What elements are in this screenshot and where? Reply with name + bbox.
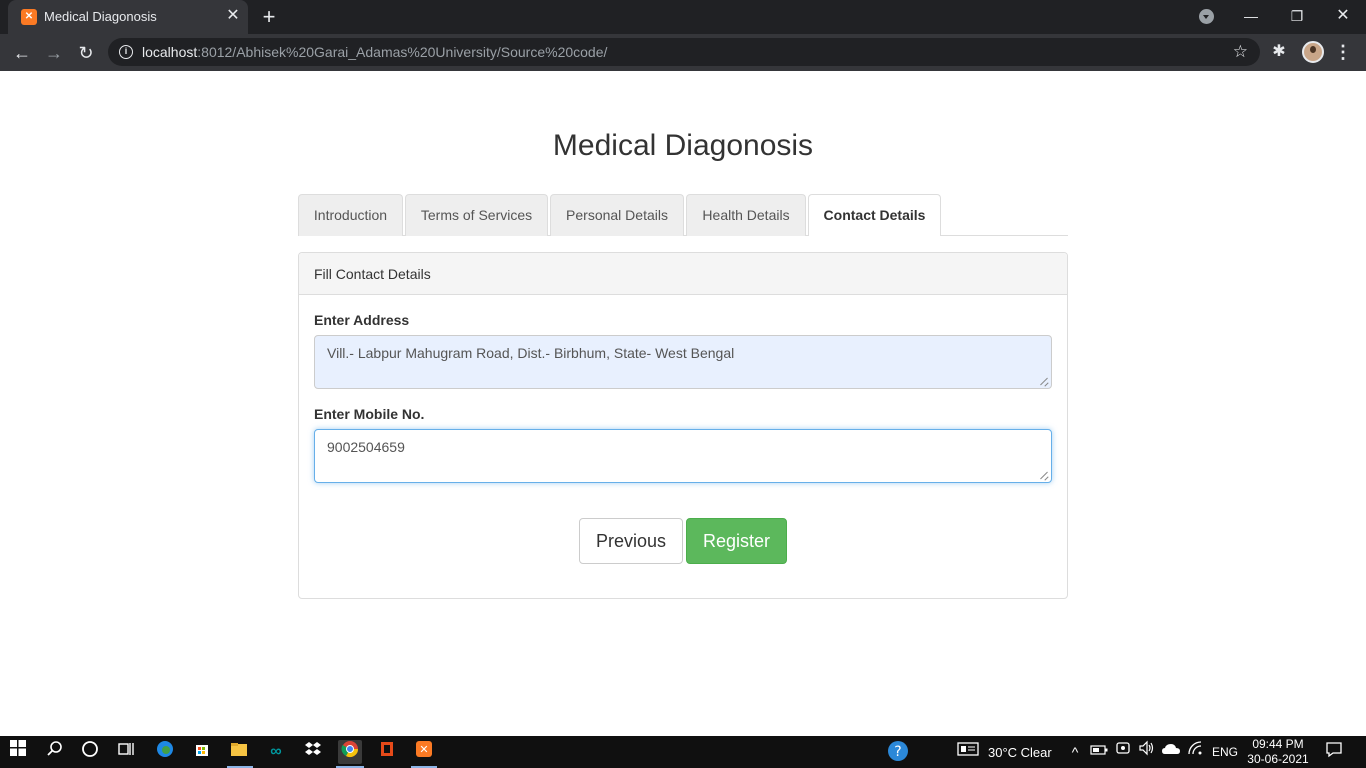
register-button[interactable]: Register (686, 518, 787, 564)
chevron-up-icon[interactable]: ^ (1063, 740, 1087, 764)
mobile-value: 9002504659 (327, 439, 405, 455)
volume-icon[interactable] (1135, 740, 1159, 764)
previous-button[interactable]: Previous (579, 518, 683, 564)
xampp-icon[interactable]: ✕ (412, 740, 436, 764)
url-text: localhost:8012/Abhisek%20Garai_Adamas%20… (142, 44, 608, 60)
bookmark-star-icon[interactable]: ☆ (1233, 42, 1248, 62)
wifi-icon[interactable] (1184, 740, 1208, 764)
search-icon[interactable] (43, 740, 67, 764)
language-indicator[interactable]: ENG (1212, 745, 1238, 759)
tab-terms-of-services[interactable]: Terms of Services (405, 194, 548, 236)
mobile-textarea[interactable]: 9002504659 (314, 429, 1052, 483)
help-icon[interactable]: ? (886, 740, 910, 764)
address-value: Vill.- Labpur Mahugram Road, Dist.- Birb… (327, 345, 735, 361)
minimize-icon[interactable]: — (1240, 6, 1262, 28)
chrome-icon[interactable] (338, 740, 362, 764)
panel-heading: Fill Contact Details (299, 253, 1067, 295)
arduino-icon[interactable]: ∞ (264, 740, 288, 764)
tab-contact-details[interactable]: Contact Details (808, 194, 941, 236)
tab-search-icon[interactable] (1199, 9, 1214, 24)
file-explorer-icon[interactable] (227, 740, 251, 764)
clock-date: 30-06-2021 (1247, 752, 1309, 766)
edge-icon[interactable] (153, 740, 177, 764)
store-icon[interactable] (190, 740, 214, 764)
tab-personal-details[interactable]: Personal Details (550, 194, 684, 236)
windows-taskbar: ∞ ✕ ? 30°C Clear ^ ENG 09:44 PM 30-06-20… (0, 736, 1366, 768)
svg-text:?: ? (894, 744, 901, 760)
profile-avatar[interactable] (1302, 41, 1324, 63)
meet-now-icon[interactable] (1111, 740, 1135, 764)
tab-health-details[interactable]: Health Details (686, 194, 806, 236)
reload-icon[interactable]: ↻ (73, 40, 99, 66)
resize-grip-icon[interactable] (1040, 471, 1049, 480)
info-icon[interactable]: i (119, 45, 133, 59)
extensions-icon[interactable]: ✱ (1270, 43, 1288, 61)
tab-introduction[interactable]: Introduction (298, 194, 403, 236)
windows-start-icon[interactable] (6, 740, 30, 764)
form-tabs: Introduction Terms of Services Personal … (298, 194, 1068, 236)
task-view-icon[interactable] (114, 740, 138, 764)
resize-grip-icon[interactable] (1040, 377, 1049, 386)
onedrive-icon[interactable] (1159, 740, 1183, 764)
dropbox-icon[interactable] (301, 740, 325, 764)
address-label: Enter Address (314, 312, 410, 328)
close-tab-icon[interactable]: ✕ (224, 7, 242, 25)
browser-toolbar: ← → ↻ i localhost:8012/Abhisek%20Garai_A… (0, 34, 1366, 71)
contact-details-panel: Fill Contact Details Enter Address Vill.… (298, 252, 1068, 599)
back-arrow-icon[interactable]: ← (9, 40, 35, 66)
browser-tab[interactable]: ✕ Medical Diagonosis ✕ (8, 0, 248, 34)
new-tab-icon[interactable]: + (258, 6, 280, 28)
clock-time: 09:44 PM (1252, 737, 1304, 751)
office-icon[interactable] (375, 740, 399, 764)
svg-text:✕: ✕ (419, 743, 428, 756)
forward-arrow-icon[interactable]: → (41, 40, 67, 66)
weather-text[interactable]: 30°C Clear (988, 745, 1052, 760)
xampp-favicon-icon: ✕ (21, 9, 37, 25)
restore-icon[interactable]: ❐ (1286, 6, 1308, 28)
battery-icon[interactable] (1087, 740, 1111, 764)
tab-title: Medical Diagonosis (44, 9, 157, 24)
window-close-icon[interactable]: ✕ (1332, 6, 1354, 28)
address-textarea[interactable]: Vill.- Labpur Mahugram Road, Dist.- Birb… (314, 335, 1052, 389)
address-bar[interactable]: i localhost:8012/Abhisek%20Garai_Adamas%… (108, 38, 1260, 66)
page-title: Medical Diagonosis (552, 129, 814, 162)
weather-icon[interactable] (956, 740, 980, 764)
kebab-menu-icon[interactable]: ⋮ (1334, 42, 1352, 62)
cortana-icon[interactable] (78, 740, 102, 764)
clock[interactable]: 09:44 PM 30-06-2021 (1245, 737, 1311, 767)
mobile-label: Enter Mobile No. (314, 406, 425, 422)
notification-icon[interactable] (1322, 740, 1346, 764)
browser-tab-strip: ✕ Medical Diagonosis ✕ + — ❐ ✕ (0, 0, 1366, 34)
